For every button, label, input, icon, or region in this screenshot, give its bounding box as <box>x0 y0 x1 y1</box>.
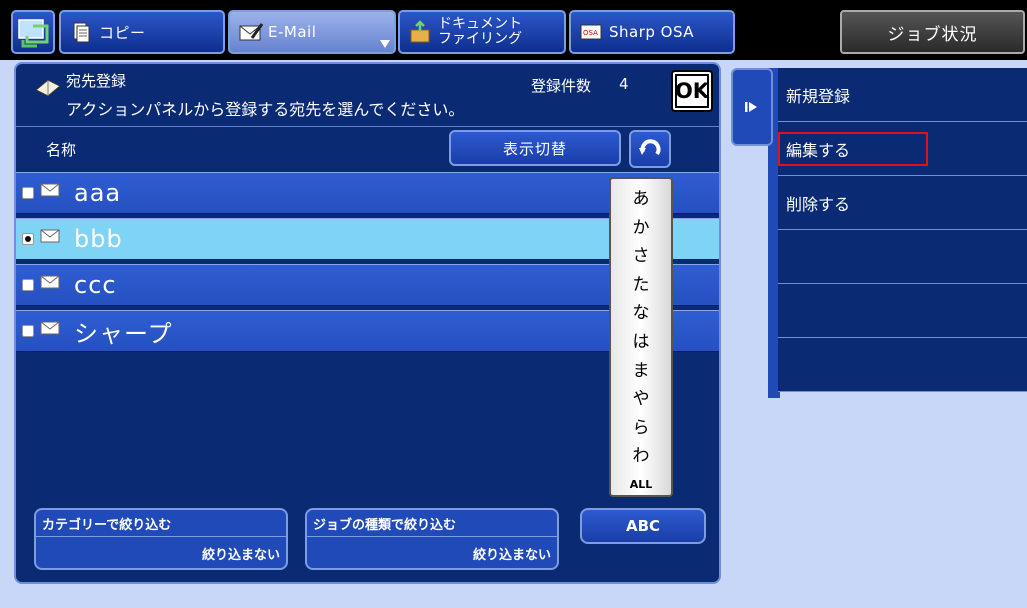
job-status-button[interactable]: ジョブ状況 <box>840 10 1025 54</box>
tab-sharp-osa[interactable]: OSA Sharp OSA <box>569 10 735 54</box>
row-name: aaa <box>74 179 122 207</box>
tab-document-filing-line1: ドキュメント <box>438 16 522 32</box>
column-header: 名称 表示切替 <box>16 126 719 168</box>
kana-index-wa[interactable]: わ <box>633 442 650 471</box>
row-name: bbb <box>74 225 123 253</box>
jobtype-filter-value: 絞り込まない <box>472 548 551 563</box>
action-panel-toggle[interactable] <box>731 68 773 146</box>
ok-button[interactable]: OK <box>671 70 713 112</box>
home-button[interactable] <box>11 10 55 54</box>
panel-header: 宛先登録 アクションパネルから登録する宛先を選んでください。 登録件数 4 OK <box>16 64 719 124</box>
row-name: ccc <box>74 271 117 299</box>
tab-email-label: E-Mail <box>268 23 317 41</box>
tab-copy-label: コピー <box>99 23 146 42</box>
kana-index-sa[interactable]: さ <box>633 242 650 271</box>
kana-index-ka[interactable]: か <box>633 214 650 243</box>
email-icon <box>238 20 264 44</box>
kana-index-ma[interactable]: ま <box>633 357 650 386</box>
panel-message: アクションパネルから登録する宛先を選んでください。 <box>66 100 465 119</box>
kana-index-a[interactable]: あ <box>633 185 650 214</box>
registered-count-value: 4 <box>619 75 629 93</box>
panel-title: 宛先登録 <box>66 72 127 90</box>
kana-index-ya[interactable]: や <box>633 385 650 414</box>
content-area: 宛先登録 アクションパネルから登録する宛先を選んでください。 登録件数 4 OK… <box>0 60 1027 608</box>
kana-index-na[interactable]: な <box>633 299 650 328</box>
abc-button[interactable]: ABC <box>580 508 706 544</box>
copy-icon <box>69 20 93 44</box>
kana-index-bar: あ か さ た な は ま や ら わ ALL <box>609 177 673 497</box>
tab-document-filing[interactable]: ドキュメント ファイリング <box>398 10 566 54</box>
envelope-icon <box>40 320 60 335</box>
category-filter-title: カテゴリーで絞り込む <box>42 518 172 533</box>
svg-text:OSA: OSA <box>583 29 598 37</box>
home-icon <box>18 19 49 48</box>
address-register-panel: 宛先登録 アクションパネルから登録する宛先を選んでください。 登録件数 4 OK… <box>14 62 721 584</box>
column-name-label: 名称 <box>46 141 77 159</box>
action-delete[interactable]: 削除する <box>778 176 1027 230</box>
kana-index-ra[interactable]: ら <box>633 414 650 443</box>
kana-index-all[interactable]: ALL <box>630 471 653 500</box>
action-empty-slot <box>778 338 1027 392</box>
action-panel: 新規登録 編集する 削除する <box>778 68 1027 392</box>
top-tab-bar: コピー E-Mail ドキュメント ファイリング OSA Sharp OSA ジ… <box>0 0 1027 60</box>
address-book-icon <box>34 76 62 100</box>
action-new-register-label: 新規登録 <box>786 86 851 106</box>
tab-document-filing-label: ドキュメント ファイリング <box>438 17 522 47</box>
divider <box>307 536 557 537</box>
dropdown-arrow-icon <box>380 40 390 48</box>
row-checkbox[interactable] <box>22 233 34 245</box>
kana-index-ha[interactable]: は <box>633 328 650 357</box>
osa-icon: OSA <box>579 20 603 44</box>
display-switch-button[interactable]: 表示切替 <box>449 130 621 166</box>
row-checkbox[interactable] <box>22 325 34 337</box>
row-name: シャープ <box>74 319 173 348</box>
jobtype-filter-button[interactable]: ジョブの種類で絞り込む 絞り込まない <box>305 508 559 570</box>
action-empty-slot <box>778 284 1027 338</box>
divider <box>36 536 286 537</box>
undo-button[interactable] <box>629 130 671 168</box>
envelope-icon <box>40 228 60 243</box>
tab-document-filing-line2: ファイリング <box>438 31 522 47</box>
registered-count-label: 登録件数 <box>531 77 592 95</box>
play-icon <box>745 102 757 112</box>
row-checkbox[interactable] <box>22 279 34 291</box>
highlight-box <box>778 132 928 166</box>
undo-icon <box>639 139 661 156</box>
action-edit[interactable]: 編集する <box>778 122 1027 176</box>
tab-copy[interactable]: コピー <box>59 10 225 54</box>
action-new-register[interactable]: 新規登録 <box>778 68 1027 122</box>
kana-index-ta[interactable]: た <box>633 271 650 300</box>
action-delete-label: 削除する <box>786 194 851 214</box>
jobtype-filter-title: ジョブの種類で絞り込む <box>313 518 457 533</box>
envelope-icon <box>40 274 60 289</box>
folder-icon <box>408 20 432 44</box>
tab-email[interactable]: E-Mail <box>228 10 396 54</box>
row-checkbox[interactable] <box>22 187 34 199</box>
tab-sharp-osa-label: Sharp OSA <box>609 23 695 41</box>
category-filter-value: 絞り込まない <box>201 548 280 563</box>
action-empty-slot <box>778 230 1027 284</box>
envelope-icon <box>40 182 60 197</box>
category-filter-button[interactable]: カテゴリーで絞り込む 絞り込まない <box>34 508 288 570</box>
